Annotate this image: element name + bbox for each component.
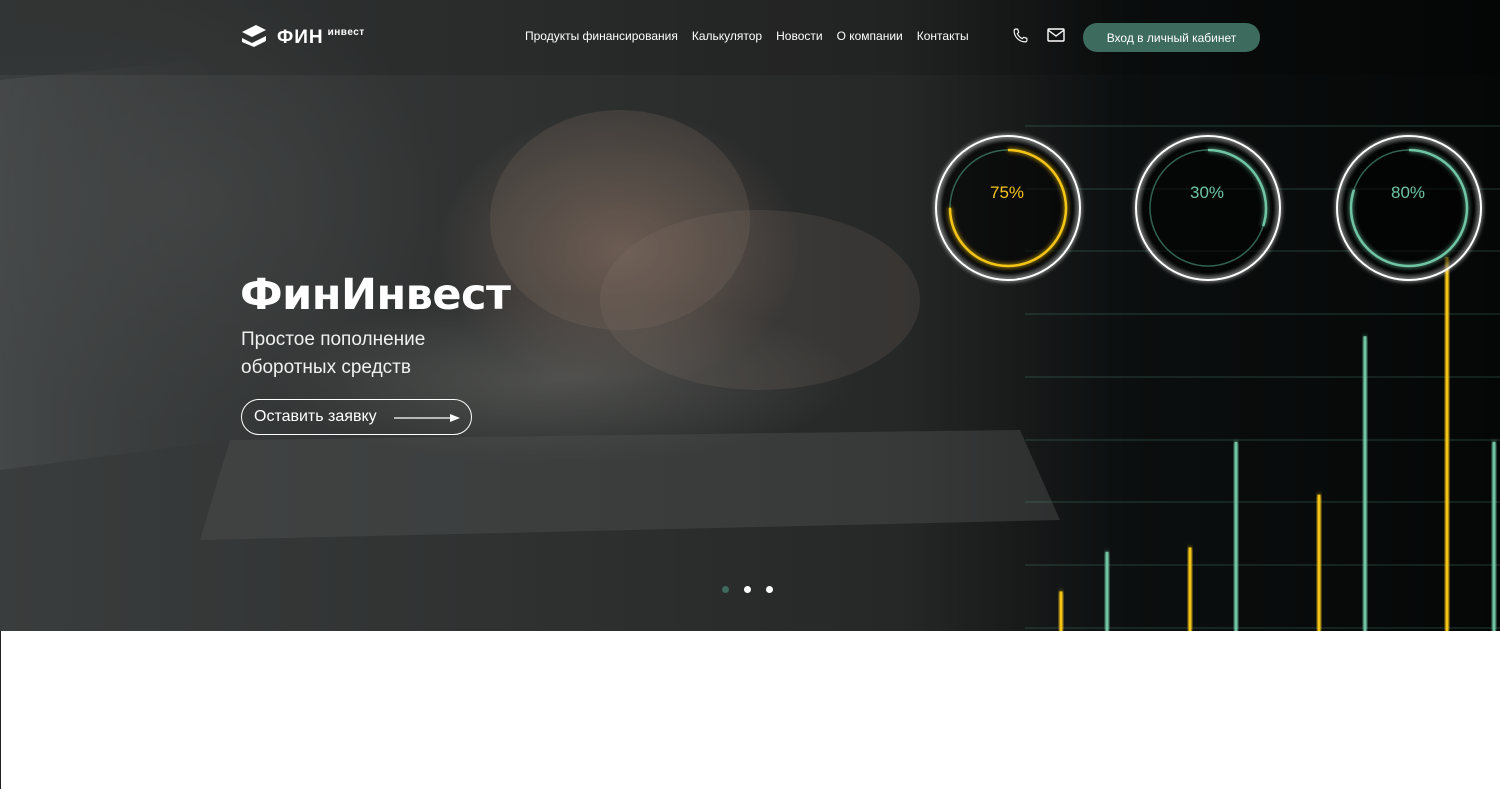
apply-button[interactable]: Оставить заявку [241,399,472,435]
ring-label: 30% [1190,183,1224,202]
slider-dot-2[interactable] [744,586,751,593]
logo-mark-icon [242,25,266,47]
bar [1445,257,1449,631]
site-header: ФИН инвест Продукты финансирования Кальк… [0,0,1500,75]
nav-link-news[interactable]: Новости [776,29,822,43]
infographic: 75% 30% 80% [935,125,1500,631]
bar [1234,441,1238,631]
slider-dot-1[interactable] [722,586,729,593]
bar [1188,547,1192,631]
hero-banner: ФИН инвест Продукты финансирования Кальк… [0,0,1500,631]
slider-dot-3[interactable] [766,586,773,593]
login-button[interactable]: Вход в личный кабинет [1083,23,1260,52]
bar [1317,494,1321,631]
hero-title: ФинИнвест [240,270,511,320]
content-section [0,631,1500,789]
progress-rings: 75% 30% 80% [935,135,1482,281]
ring-outer [935,135,1081,281]
bar [1363,336,1367,631]
bar [1105,551,1109,631]
nav-link-contacts[interactable]: Контакты [917,29,969,43]
slider-dots [722,586,788,593]
ring-label: 80% [1391,183,1425,202]
nav-link-products[interactable]: Продукты финансирования [525,29,678,43]
bars [1059,257,1496,631]
ring-outer [1336,135,1482,281]
apply-button-label: Оставить заявку [254,408,377,425]
ring-outer [1135,135,1281,281]
logo-text: ФИН [277,27,324,48]
arrow-right-icon [394,414,460,422]
ring-label: 75% [990,183,1024,202]
bar [1059,591,1063,631]
mail-icon[interactable] [1047,28,1065,42]
phone-icon[interactable] [1012,27,1029,44]
logo-subtext: инвест [327,27,365,38]
bar [1492,441,1496,631]
logo[interactable]: ФИН инвест [240,24,365,50]
nav-link-about[interactable]: О компании [837,29,903,43]
hero-subtitle: Простое пополнение оборотных средств [241,329,426,378]
main-nav: Продукты финансирования Калькулятор Ново… [525,29,983,43]
nav-link-calculator[interactable]: Калькулятор [692,29,762,43]
